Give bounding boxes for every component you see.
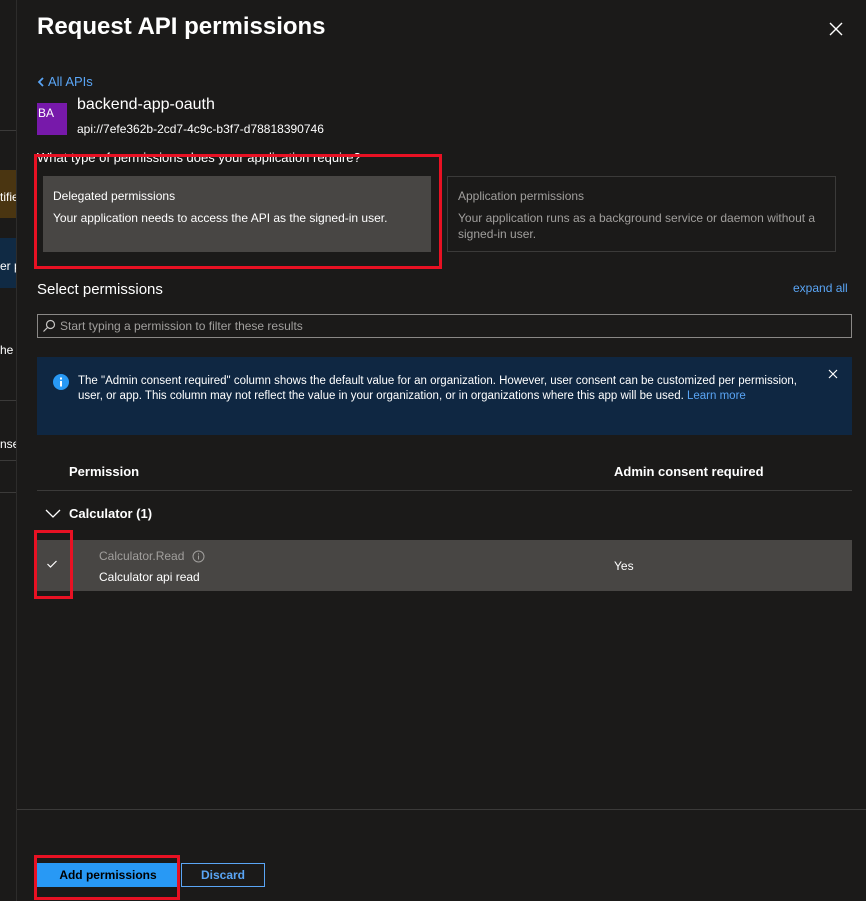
background-text: he [0, 343, 14, 357]
expand-all-link[interactable]: expand all [793, 281, 848, 295]
background-text: tifie [0, 190, 16, 204]
background-divider [0, 130, 16, 131]
chevron-down-icon [45, 509, 61, 518]
column-header-admin-consent: Admin consent required [614, 464, 764, 479]
background-divider [0, 400, 16, 401]
highlight-box [34, 154, 442, 269]
panel-title: Request API permissions [37, 13, 326, 40]
info-banner-text: The "Admin consent required" column show… [78, 374, 813, 404]
app-avatar: BA [37, 103, 67, 135]
column-header-permission: Permission [69, 464, 140, 479]
permission-group-calculator[interactable]: Calculator (1) [45, 506, 152, 521]
background-text: nse [0, 437, 16, 451]
permission-search-box [37, 314, 852, 338]
close-button[interactable] [825, 18, 847, 40]
close-icon[interactable] [827, 368, 839, 380]
table-row: Calculator.Read Calculator api read Yes [37, 540, 852, 591]
chevron-left-icon [37, 76, 44, 87]
learn-more-link[interactable]: Learn more [687, 390, 746, 402]
admin-consent-value: Yes [614, 559, 634, 573]
discard-button[interactable]: Discard [181, 863, 265, 887]
all-apis-label: All APIs [48, 74, 93, 89]
info-icon[interactable] [192, 550, 205, 563]
select-permissions-heading: Select permissions [37, 281, 163, 298]
app-api-id: api://7efe362b-2cd7-4c9c-b3f7-d788183907… [77, 122, 324, 136]
highlight-box [34, 855, 180, 900]
info-banner: The "Admin consent required" column show… [37, 357, 852, 435]
table-header-divider [37, 490, 852, 491]
info-icon [53, 374, 69, 390]
option-description: Your application runs as a background se… [458, 211, 816, 241]
background-divider [0, 492, 16, 493]
option-title: Application permissions [458, 189, 585, 203]
app-name: backend-app-oauth [77, 96, 215, 113]
all-apis-link[interactable]: All APIs [37, 74, 93, 89]
footer-divider [17, 809, 866, 810]
application-permissions-option[interactable]: Application permissions Your application… [447, 176, 836, 252]
permission-search-input[interactable] [56, 318, 851, 334]
request-api-permissions-panel: Request API permissions All APIs BA back… [16, 0, 866, 901]
permission-name: Calculator.Read [99, 549, 205, 563]
background-text: er p [0, 259, 16, 273]
search-icon [43, 319, 56, 332]
group-label: Calculator (1) [69, 506, 153, 521]
highlight-box [34, 530, 73, 599]
avatar-initials: BA [38, 106, 55, 120]
close-icon [829, 22, 843, 36]
background-divider [0, 460, 16, 461]
permission-description: Calculator api read [99, 570, 200, 584]
permission-name-label: Calculator.Read [99, 549, 185, 563]
